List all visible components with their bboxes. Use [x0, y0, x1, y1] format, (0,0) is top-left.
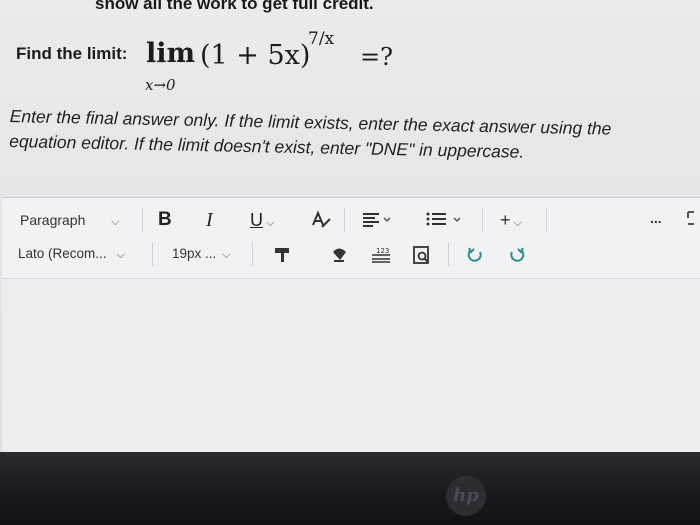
bold-button[interactable]: B [158, 209, 172, 231]
chevron-down-icon: ⌵ [266, 217, 275, 229]
font-family-dropdown[interactable]: Lato (Recom... ⌵ [18, 246, 125, 262]
text-color-button[interactable] [310, 210, 332, 230]
rich-text-editor: Paragraph ⌵ B I U ⌵ + ⌵ ... Lato (Recom.… [2, 197, 700, 452]
equation-icon: 123 [372, 247, 390, 263]
italic-button[interactable]: I [206, 209, 213, 232]
hp-logo: hp [446, 476, 486, 516]
format-painter-button[interactable] [274, 246, 292, 264]
laptop-bezel [0, 452, 700, 525]
underline-button[interactable]: U ⌵ [250, 210, 274, 231]
divider [482, 208, 483, 232]
equals-question: =? [360, 43, 393, 71]
editor-content-area[interactable] [2, 278, 700, 452]
limit-base: (1 + 5x) [200, 40, 311, 71]
answer-instructions: Enter the final answer only. If the limi… [9, 105, 612, 162]
text-color-icon [312, 210, 331, 228]
fullscreen-icon [687, 211, 694, 225]
highlight-button[interactable] [330, 246, 350, 264]
bullet-list-button[interactable] [426, 212, 466, 228]
find-replace-button[interactable] [412, 245, 432, 265]
font-family-label: Lato (Recom... [18, 246, 107, 261]
font-size-label: 19px ... [172, 246, 217, 261]
paragraph-dropdown[interactable]: Paragraph ⌵ [20, 212, 120, 229]
chevron-down-icon: ⌵ [116, 249, 125, 261]
question-label: Find the limit: [16, 44, 128, 63]
fullscreen-button[interactable] [686, 208, 700, 228]
insert-button[interactable]: + ⌵ [500, 210, 522, 231]
svg-text:123: 123 [376, 247, 389, 255]
divider [252, 242, 253, 266]
undo-icon [467, 247, 482, 262]
font-size-dropdown[interactable]: 19px ... ⌵ [172, 246, 231, 262]
align-icon [363, 213, 391, 227]
chevron-down-icon: ⌵ [222, 249, 231, 261]
lim-subscript: x→0 [145, 76, 176, 94]
highlight-icon [333, 248, 346, 262]
more-button[interactable]: ... [650, 210, 662, 226]
align-button[interactable] [362, 212, 392, 228]
bullet-list-icon [426, 212, 461, 226]
paragraph-label: Paragraph [20, 212, 86, 228]
find-replace-icon [413, 246, 429, 264]
equation-button[interactable]: 123 [370, 246, 392, 264]
redo-icon [510, 247, 525, 262]
instruction-header: show all the work to get full credit. [95, 0, 374, 13]
divider [448, 242, 449, 266]
divider [546, 208, 547, 232]
toolbar-row-1: Paragraph ⌵ B I U ⌵ + ⌵ ... [2, 206, 700, 236]
divider [142, 208, 143, 232]
paint-brush-icon [275, 248, 289, 262]
chevron-down-icon: ⌵ [111, 216, 120, 228]
chevron-down-icon: ⌵ [513, 217, 522, 229]
divider [152, 242, 153, 266]
redo-button[interactable] [508, 246, 526, 264]
toolbar-row-2: Lato (Recom... ⌵ 19px ... ⌵ 123 [2, 240, 700, 270]
lim-operator: lim [146, 38, 196, 69]
underline-label: U [250, 210, 263, 230]
screen: show all the work to get full credit. Fi… [0, 0, 700, 452]
limit-exponent: 7/x [308, 29, 335, 49]
undo-button[interactable] [466, 246, 484, 264]
divider [344, 208, 345, 232]
insert-icon: + [500, 210, 511, 230]
